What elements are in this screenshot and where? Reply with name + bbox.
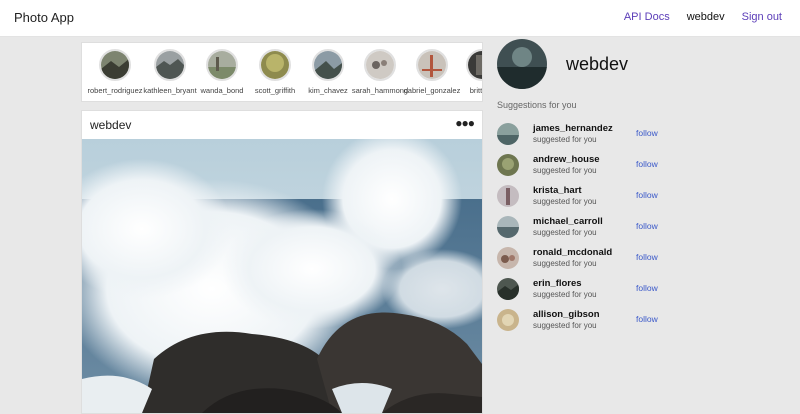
suggestion-username[interactable]: ronald_mcdonald — [533, 247, 612, 258]
suggestion-subtitle: suggested for you — [533, 166, 597, 175]
suggestion-subtitle: suggested for you — [533, 135, 597, 144]
story-item[interactable]: sarah_hammond — [350, 49, 410, 95]
story-item[interactable]: brittany — [452, 49, 483, 95]
story-username: sarah_hammond — [351, 86, 409, 95]
suggestion-subtitle: suggested for you — [533, 197, 597, 206]
story-avatar — [364, 49, 396, 81]
story-username: robert_rodriguez — [87, 86, 143, 95]
suggestion-avatar[interactable] — [497, 185, 519, 207]
suggestion-avatar[interactable] — [497, 278, 519, 300]
story-avatar — [206, 49, 238, 81]
follow-button[interactable]: follow — [636, 283, 658, 293]
story-avatar — [416, 49, 448, 81]
nav-username[interactable]: webdev — [687, 11, 725, 23]
profile-avatar[interactable] — [497, 39, 547, 89]
post-header: webdev ●●● — [82, 111, 482, 139]
story-item[interactable]: robert_rodriguez — [85, 49, 145, 95]
api-docs-link[interactable]: API Docs — [624, 11, 670, 23]
post-image — [82, 129, 482, 413]
sign-out-link[interactable]: Sign out — [742, 11, 782, 23]
follow-button[interactable]: follow — [636, 190, 658, 200]
nav-links: API Docs webdev Sign out — [624, 11, 782, 23]
profile-username[interactable]: webdev — [566, 54, 628, 75]
story-item[interactable]: kim_chavez — [298, 49, 358, 95]
post-username[interactable]: webdev — [90, 118, 131, 132]
suggestion-avatar[interactable] — [497, 123, 519, 145]
suggestion-subtitle: suggested for you — [533, 228, 597, 237]
follow-button[interactable]: follow — [636, 221, 658, 231]
suggestion-item: andrew_house suggested for you follow — [497, 153, 697, 179]
suggestion-item: michael_carroll suggested for you follow — [497, 215, 697, 241]
suggestion-item: erin_flores suggested for you follow — [497, 277, 697, 303]
suggestion-avatar[interactable] — [497, 247, 519, 269]
story-avatar — [154, 49, 186, 81]
suggestion-username[interactable]: michael_carroll — [533, 216, 603, 227]
suggestion-username[interactable]: andrew_house — [533, 154, 600, 165]
suggestion-avatar[interactable] — [497, 216, 519, 238]
suggestion-avatar[interactable] — [497, 309, 519, 331]
story-avatar — [312, 49, 344, 81]
suggestion-subtitle: suggested for you — [533, 259, 597, 268]
suggestion-item: allison_gibson suggested for you follow — [497, 308, 697, 334]
post-card: webdev ●●● — [81, 110, 483, 414]
story-avatar — [99, 49, 131, 81]
follow-button[interactable]: follow — [636, 128, 658, 138]
suggestion-username[interactable]: krista_hart — [533, 185, 582, 196]
story-avatar — [466, 49, 482, 81]
story-username: kim_chavez — [308, 86, 348, 95]
story-username: kathleen_bryant — [143, 86, 197, 95]
follow-button[interactable]: follow — [636, 252, 658, 262]
suggestion-avatar[interactable] — [497, 154, 519, 176]
story-item[interactable]: kathleen_bryant — [140, 49, 200, 95]
story-item[interactable]: wanda_bond — [192, 49, 252, 95]
follow-button[interactable]: follow — [636, 314, 658, 324]
suggestion-subtitle: suggested for you — [533, 290, 597, 299]
story-avatar — [259, 49, 291, 81]
app-title[interactable]: Photo App — [14, 10, 74, 25]
suggestion-subtitle: suggested for you — [533, 321, 597, 330]
story-username: scott_griffith — [254, 86, 296, 95]
suggestion-username[interactable]: james_hernandez — [533, 123, 613, 134]
top-navbar: Photo App API Docs webdev Sign out — [0, 0, 800, 37]
suggestion-item: krista_hart suggested for you follow — [497, 184, 697, 210]
story-username: wanda_bond — [200, 86, 244, 95]
story-username: brittany — [469, 86, 483, 95]
follow-button[interactable]: follow — [636, 159, 658, 169]
suggestion-item: ronald_mcdonald suggested for you follow — [497, 246, 697, 272]
suggestion-username[interactable]: allison_gibson — [533, 309, 600, 320]
suggestion-username[interactable]: erin_flores — [533, 278, 582, 289]
suggestion-item: james_hernandez suggested for you follow — [497, 122, 697, 148]
story-item[interactable]: scott_griffith — [245, 49, 305, 95]
stories-bar: robert_rodriguez kathleen_bryant wanda_b… — [81, 42, 483, 102]
suggestions-title: Suggestions for you — [497, 100, 577, 110]
more-horizontal-icon[interactable]: ●●● — [455, 116, 475, 130]
